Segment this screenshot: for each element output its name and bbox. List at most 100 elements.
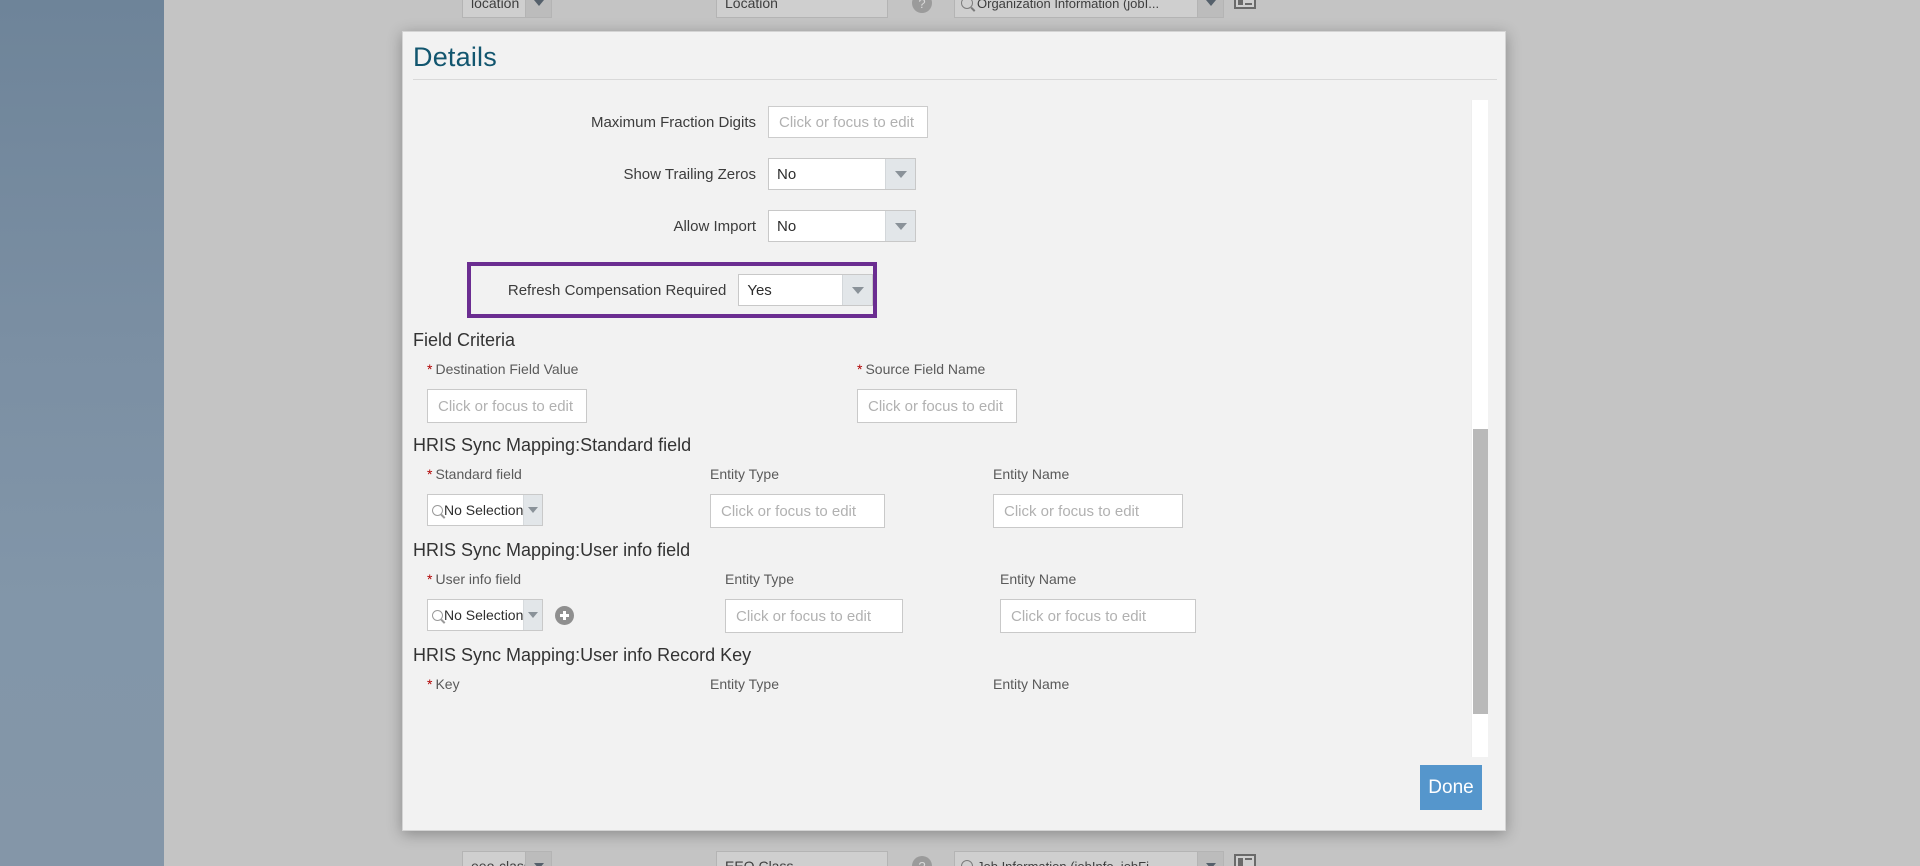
field-label: Allow Import bbox=[673, 217, 756, 235]
column-label: * Key bbox=[427, 676, 460, 692]
refresh-compensation-required-highlight: Refresh Compensation Required Yes bbox=[467, 262, 877, 318]
select-value: No bbox=[777, 217, 797, 235]
entity-type-input[interactable]: Click or focus to edit bbox=[725, 599, 903, 633]
dialog-footer: Done bbox=[403, 757, 1505, 830]
bg-bottom-select-value: eeo-class bbox=[471, 858, 525, 866]
show-trailing-zeros-select[interactable]: No bbox=[768, 158, 916, 190]
card-icon[interactable] bbox=[1234, 854, 1256, 866]
bg-bottom-picker[interactable]: Job Information (jobInfo. jobFi... bbox=[954, 851, 1224, 866]
column-key: * Key bbox=[427, 676, 710, 704]
maximum-fraction-digits-input[interactable]: Click or focus to edit bbox=[768, 106, 928, 138]
field-row-show-trailing-zeros: Show Trailing Zeros No bbox=[403, 158, 1490, 190]
allow-import-select[interactable]: No bbox=[768, 210, 916, 242]
destination-field-value-input[interactable]: Click or focus to edit bbox=[427, 389, 587, 423]
field-label: Refresh Compensation Required bbox=[507, 281, 727, 299]
search-icon bbox=[961, 0, 973, 9]
required-marker: * bbox=[427, 361, 433, 377]
refresh-compensation-required-select[interactable]: Yes bbox=[738, 274, 873, 306]
section-title-field-criteria: Field Criteria bbox=[413, 330, 516, 350]
bg-top-text[interactable]: Location bbox=[716, 0, 888, 18]
picker-value: No Selection bbox=[444, 607, 524, 623]
section-title-hris-user-info-record-key: HRIS Sync Mapping:User info Record Key bbox=[413, 645, 752, 665]
chevron-down-icon bbox=[885, 159, 915, 189]
entity-name-input[interactable]: Click or focus to edit bbox=[1000, 599, 1196, 633]
chevron-down-icon bbox=[525, 852, 551, 866]
section-field-criteria: * Destination Field Value Click or focus … bbox=[427, 361, 1490, 423]
section-hris-user-info-record-key: * Key Entity Type Entity Name bbox=[427, 676, 1490, 704]
column-label: * Standard field bbox=[427, 466, 522, 482]
column-source-field-name: * Source Field Name Click or focus to edi… bbox=[857, 361, 1017, 423]
column-label: * User info field bbox=[427, 571, 522, 587]
dialog-body: Maximum Fraction Digits Click or focus t… bbox=[403, 100, 1490, 757]
required-marker: * bbox=[427, 571, 433, 587]
column-user-info-field: * User info field No Selection bbox=[427, 571, 725, 633]
bg-bottom-select[interactable]: eeo-class bbox=[462, 851, 552, 866]
search-icon bbox=[961, 860, 973, 866]
column-destination-field-value: * Destination Field Value Click or focus … bbox=[427, 361, 857, 423]
add-row-icon[interactable] bbox=[555, 605, 574, 625]
search-icon bbox=[432, 609, 443, 621]
column-entity-type: Entity Type Click or focus to edit bbox=[710, 466, 993, 528]
question-icon[interactable]: ? bbox=[912, 0, 932, 13]
column-label: Entity Name bbox=[993, 676, 1070, 692]
required-marker: * bbox=[427, 676, 433, 692]
select-value: Yes bbox=[747, 281, 772, 299]
question-icon[interactable]: ? bbox=[912, 856, 932, 866]
standard-field-picker[interactable]: No Selection bbox=[427, 494, 543, 526]
chevron-down-icon bbox=[1197, 852, 1223, 866]
top-fields: Maximum Fraction Digits Click or focus t… bbox=[403, 100, 1490, 242]
chevron-down-icon bbox=[1197, 0, 1223, 17]
screen: location Location ? Organization Informa… bbox=[0, 0, 1920, 866]
bg-top-select-value: location bbox=[471, 0, 520, 11]
dialog-scrollbar[interactable] bbox=[1471, 100, 1488, 757]
column-entity-type: Entity Type bbox=[710, 676, 993, 704]
search-icon bbox=[432, 504, 443, 516]
section-title-hris-standard-field: HRIS Sync Mapping:Standard field bbox=[413, 435, 692, 455]
bg-bottom-picker-value: Job Information (jobInfo. jobFi... bbox=[977, 858, 1160, 866]
column-entity-name: Entity Name bbox=[993, 676, 1069, 704]
bg-bottom-text[interactable]: EEO Class bbox=[716, 851, 888, 866]
chevron-down-icon bbox=[885, 211, 915, 241]
chevron-down-icon bbox=[525, 0, 551, 17]
section-hris-standard-field: * Standard field No Selection Entity Type… bbox=[427, 466, 1490, 528]
column-label: * Source Field Name bbox=[857, 361, 986, 377]
column-label: * Destination Field Value bbox=[427, 361, 579, 377]
bg-top-picker[interactable]: Organization Information (jobI... bbox=[954, 0, 1224, 18]
section-hris-user-info-field: * User info field No Selection Entity Typ… bbox=[427, 571, 1490, 633]
entity-name-input[interactable]: Click or focus to edit bbox=[993, 494, 1183, 528]
column-entity-name: Entity Name Click or focus to edit bbox=[993, 466, 1183, 528]
chevron-down-icon bbox=[523, 600, 542, 630]
dialog-title: Details bbox=[413, 42, 497, 72]
column-label: Entity Name bbox=[993, 466, 1070, 482]
entity-type-input[interactable]: Click or focus to edit bbox=[710, 494, 885, 528]
column-entity-name: Entity Name Click or focus to edit bbox=[1000, 571, 1196, 633]
done-button[interactable]: Done bbox=[1420, 765, 1482, 810]
field-row-refresh-compensation-required: Refresh Compensation Required Yes bbox=[471, 274, 873, 306]
section-title-hris-user-info-field: HRIS Sync Mapping:User info field bbox=[413, 540, 691, 560]
field-row-allow-import: Allow Import No bbox=[403, 210, 1490, 242]
column-label: Entity Type bbox=[710, 466, 780, 482]
bg-top-picker-value: Organization Information (jobI... bbox=[977, 0, 1160, 11]
source-field-name-input[interactable]: Click or focus to edit bbox=[857, 389, 1017, 423]
field-label: Maximum Fraction Digits bbox=[590, 113, 756, 131]
field-row-maximum-fraction-digits: Maximum Fraction Digits Click or focus t… bbox=[403, 106, 1490, 138]
column-entity-type: Entity Type Click or focus to edit bbox=[725, 571, 1000, 633]
chevron-down-icon bbox=[842, 275, 872, 305]
column-label: Entity Type bbox=[725, 571, 795, 587]
required-marker: * bbox=[857, 361, 863, 377]
column-label: Entity Name bbox=[1000, 571, 1077, 587]
column-standard-field: * Standard field No Selection bbox=[427, 466, 710, 528]
column-label: Entity Type bbox=[710, 676, 780, 692]
user-info-field-picker[interactable]: No Selection bbox=[427, 599, 543, 631]
title-divider bbox=[413, 79, 1497, 80]
app-left-nav-bar bbox=[0, 0, 164, 866]
required-marker: * bbox=[427, 466, 433, 482]
select-value: No bbox=[777, 165, 797, 183]
dialog-scrollbar-thumb[interactable] bbox=[1473, 429, 1488, 714]
chevron-down-icon bbox=[523, 495, 542, 525]
picker-value: No Selection bbox=[444, 502, 524, 518]
user-info-field-control-group: No Selection bbox=[427, 599, 725, 631]
field-label: Show Trailing Zeros bbox=[623, 165, 756, 183]
card-icon[interactable] bbox=[1234, 0, 1256, 9]
bg-top-select[interactable]: location bbox=[462, 0, 552, 18]
